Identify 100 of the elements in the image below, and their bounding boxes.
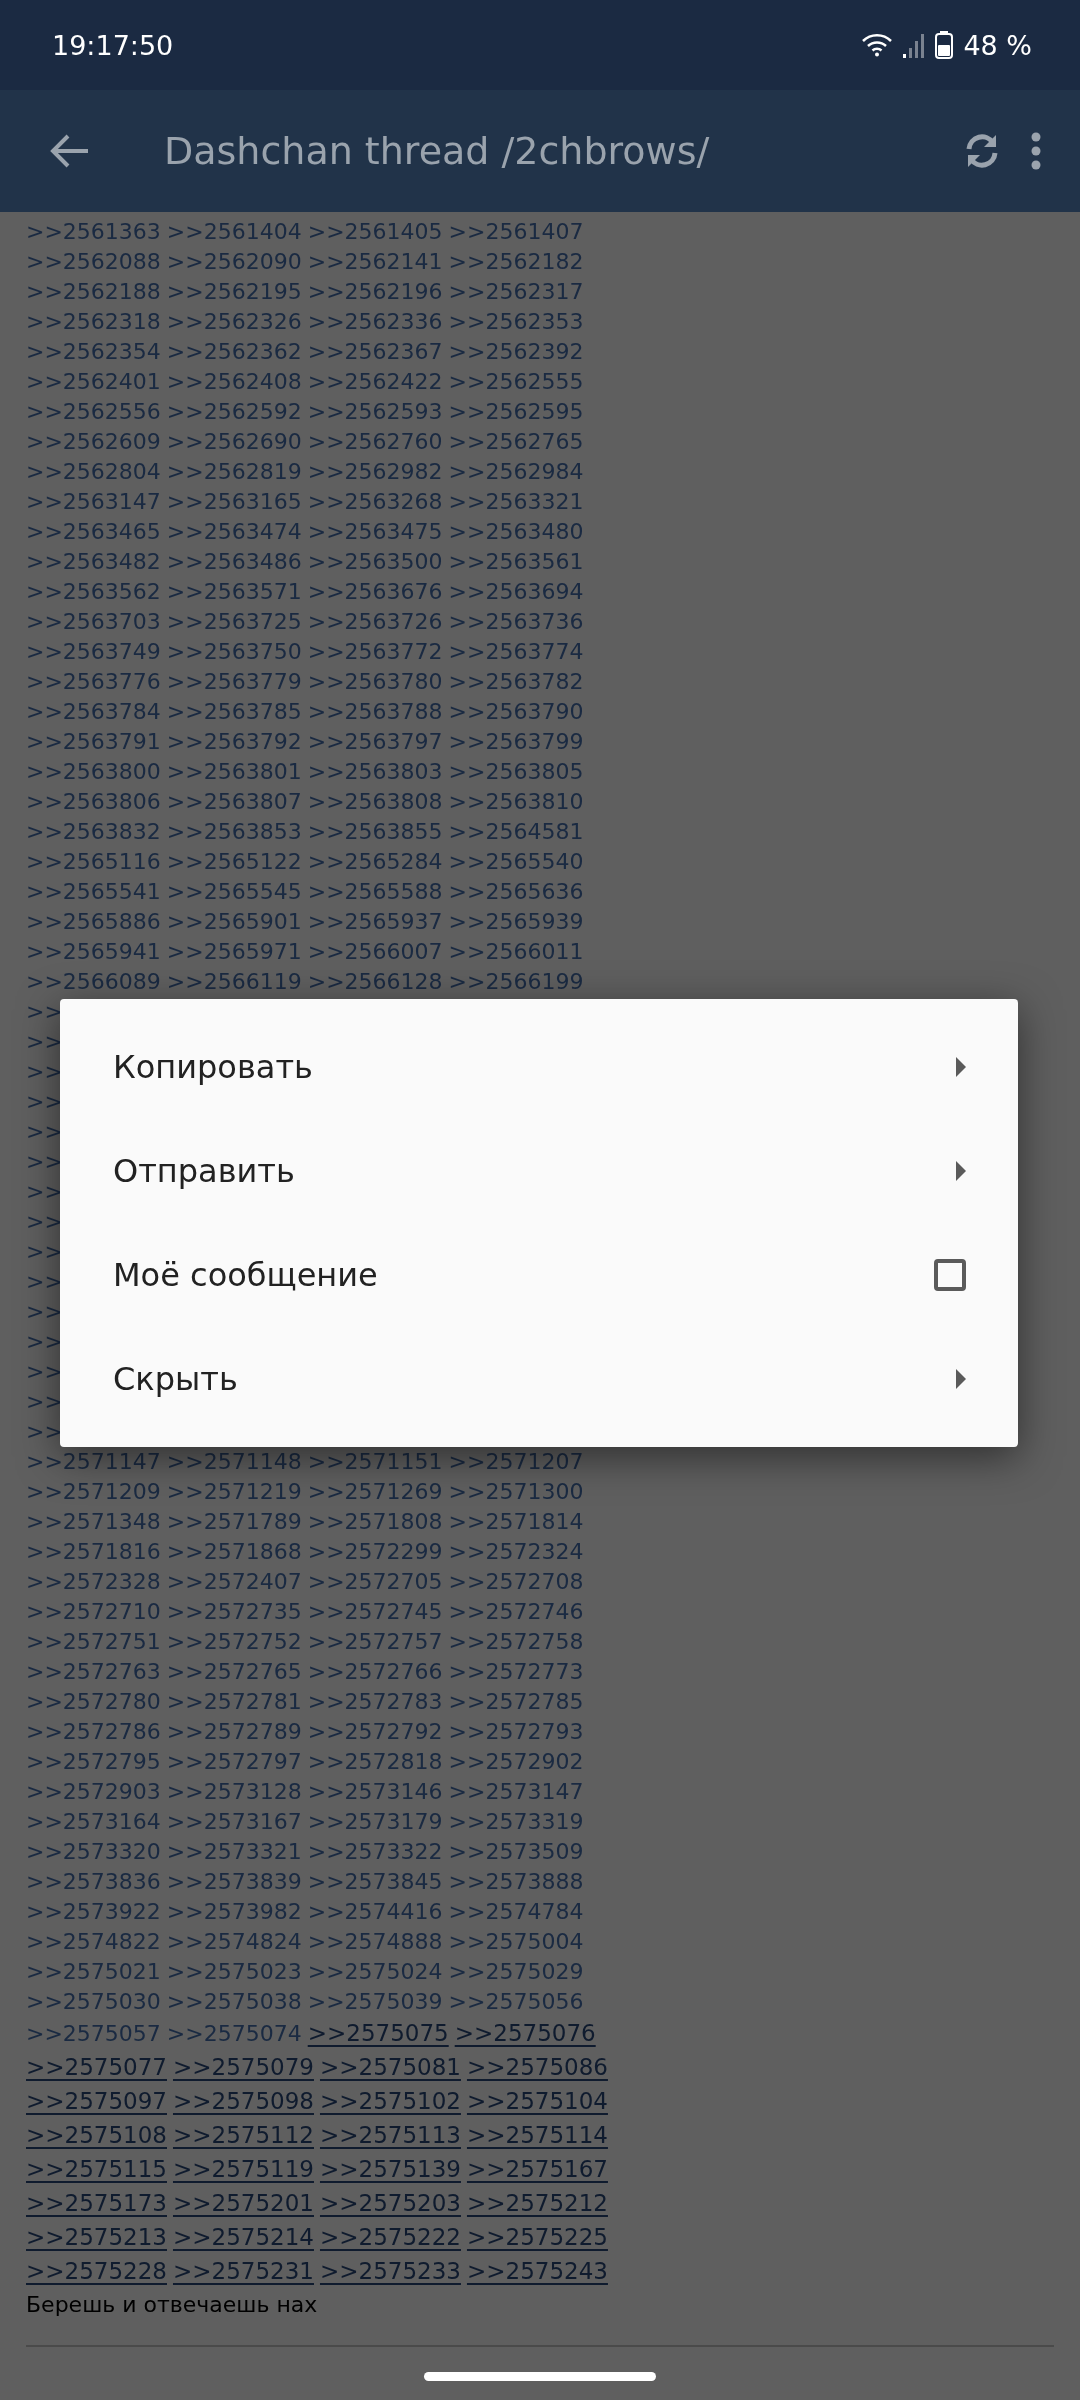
- reply-link[interactable]: >>2575119: [173, 2156, 314, 2182]
- reply-reference: >>2574888: [307, 1928, 443, 1954]
- reply-link[interactable]: >>2575214: [173, 2224, 314, 2250]
- reply-reference: >>2562367: [307, 338, 443, 364]
- reply-reference: >>2563321: [448, 488, 584, 514]
- reply-link[interactable]: >>2575079: [173, 2054, 314, 2080]
- reply-link[interactable]: >>2575213: [26, 2224, 167, 2250]
- battery-icon: [935, 31, 954, 59]
- reply-reference: >>2562354: [26, 338, 161, 364]
- reply-link[interactable]: >>2575203: [319, 2190, 461, 2216]
- reply-reference: >>2573509: [448, 1838, 584, 1864]
- reply-link[interactable]: >>2575102: [319, 2088, 461, 2114]
- checkbox[interactable]: [934, 1259, 966, 1291]
- reply-reference: >>2573845: [307, 1868, 443, 1894]
- reply-reference: >>2563832: [26, 818, 161, 844]
- menu-item[interactable]: Отправить: [60, 1119, 1018, 1223]
- reply-link[interactable]: >>2575201: [173, 2190, 314, 2216]
- reply-reference: >>2563475: [307, 518, 443, 544]
- reply-reference: >>2565540: [448, 848, 584, 874]
- reply-reference: >>2572785: [448, 1688, 584, 1714]
- reply-reference: >>: [26, 1298, 63, 1324]
- reply-reference: >>2572752: [166, 1628, 302, 1654]
- reply-reference: >>2562984: [448, 458, 584, 484]
- reply-reference: >>2563801: [166, 758, 302, 784]
- reply-reference: >>2566089: [26, 968, 161, 994]
- reply-reference: >>2562182: [448, 248, 584, 274]
- reply-reference: >>2566128: [307, 968, 443, 994]
- reply-reference: >>2573322: [307, 1838, 443, 1864]
- reply-reference: >>2565886: [26, 908, 161, 934]
- reply-reference: >>2565636: [448, 878, 584, 904]
- reply-reference: >>2562392: [448, 338, 584, 364]
- reply-reference: >>2572324: [448, 1538, 584, 1564]
- reply-reference: >>2575029: [448, 1958, 584, 1984]
- reply-link[interactable]: >>2575212: [466, 2190, 608, 2216]
- reply-reference: >>: [26, 1238, 63, 1264]
- reply-link[interactable]: >>2575233: [319, 2258, 461, 2284]
- reply-reference: >>2575038: [166, 1988, 302, 2014]
- reply-reference: >>2572780: [26, 1688, 161, 1714]
- reply-reference: >>2572746: [448, 1598, 584, 1624]
- reply-reference: >>2562760: [307, 428, 443, 454]
- reply-link[interactable]: >>2575173: [26, 2190, 167, 2216]
- reply-reference: >>2573164: [26, 1808, 161, 1834]
- reply-reference: >>2562408: [166, 368, 302, 394]
- reply-reference: >>2563147: [26, 488, 161, 514]
- reply-reference: >>2574784: [448, 1898, 584, 1924]
- reply-reference: >>2562195: [166, 278, 302, 304]
- reply-reference: >>2572763: [26, 1658, 161, 1684]
- reply-reference: >>2571147: [26, 1448, 161, 1474]
- reply-reference: >>2572792: [307, 1718, 443, 1744]
- reply-link[interactable]: >>2575075: [307, 2020, 449, 2046]
- reply-link[interactable]: >>2575097: [26, 2088, 167, 2114]
- reply-link[interactable]: >>2575113: [319, 2122, 461, 2148]
- reply-reference: >>2573320: [26, 1838, 161, 1864]
- reply-link[interactable]: >>2575104: [466, 2088, 608, 2114]
- reply-link[interactable]: >>2575114: [466, 2122, 608, 2148]
- reply-reference: >>2562362: [166, 338, 302, 364]
- reply-link[interactable]: >>2575115: [26, 2156, 167, 2182]
- reply-reference: >>2571151: [307, 1448, 443, 1474]
- reply-reference: >>2571348: [26, 1508, 161, 1534]
- reply-reference: >>2565116: [26, 848, 161, 874]
- reply-reference: >>: [26, 998, 63, 1024]
- reply-reference: >>2561407: [448, 218, 584, 244]
- reply-reference: >>2563474: [166, 518, 302, 544]
- reply-reference: >>2562765: [448, 428, 584, 454]
- reply-reference: >>2573839: [166, 1868, 302, 1894]
- reply-reference: >>2571808: [307, 1508, 443, 1534]
- reply-reference: >>2575074: [166, 2020, 302, 2046]
- reply-link[interactable]: >>2575098: [173, 2088, 314, 2114]
- reply-link[interactable]: >>2575086: [466, 2054, 608, 2080]
- reply-link[interactable]: >>2575108: [26, 2122, 167, 2148]
- reply-link[interactable]: >>2575112: [173, 2122, 314, 2148]
- reply-reference: >>2575021: [26, 1958, 161, 1984]
- menu-item[interactable]: Моё сообщение: [60, 1223, 1018, 1327]
- reply-reference: >>2574822: [26, 1928, 161, 1954]
- reply-link[interactable]: >>2575077: [26, 2054, 167, 2080]
- reply-reference: >>2565937: [307, 908, 443, 934]
- reply-reference: >>2562188: [26, 278, 161, 304]
- reply-link[interactable]: >>2575225: [466, 2224, 608, 2250]
- reply-link[interactable]: >>2575139: [319, 2156, 461, 2182]
- reply-link[interactable]: >>2575231: [173, 2258, 314, 2284]
- reply-reference: >>2563808: [307, 788, 443, 814]
- menu-item[interactable]: Копировать: [60, 1015, 1018, 1119]
- reply-reference: >>: [26, 1268, 63, 1294]
- reply-reference: >>2573888: [448, 1868, 584, 1894]
- reply-reference: >>2563486: [166, 548, 302, 574]
- reply-reference: >>2562690: [166, 428, 302, 454]
- reply-reference: >>2562982: [307, 458, 443, 484]
- reply-reference: >>2562318: [26, 308, 161, 334]
- reply-link[interactable]: >>2575167: [466, 2156, 608, 2182]
- reply-reference: >>2563482: [26, 548, 161, 574]
- menu-item[interactable]: Скрыть: [60, 1327, 1018, 1431]
- back-arrow-icon: [50, 133, 90, 169]
- reply-reference: >>2572299: [307, 1538, 443, 1564]
- reply-reference: >>2565939: [448, 908, 584, 934]
- reply-link[interactable]: >>2575076: [454, 2020, 596, 2046]
- reply-reference: >>2572328: [26, 1568, 161, 1594]
- reply-link[interactable]: >>2575243: [466, 2258, 608, 2284]
- reply-link[interactable]: >>2575222: [319, 2224, 461, 2250]
- reply-link[interactable]: >>2575228: [26, 2258, 167, 2284]
- reply-link[interactable]: >>2575081: [319, 2054, 461, 2080]
